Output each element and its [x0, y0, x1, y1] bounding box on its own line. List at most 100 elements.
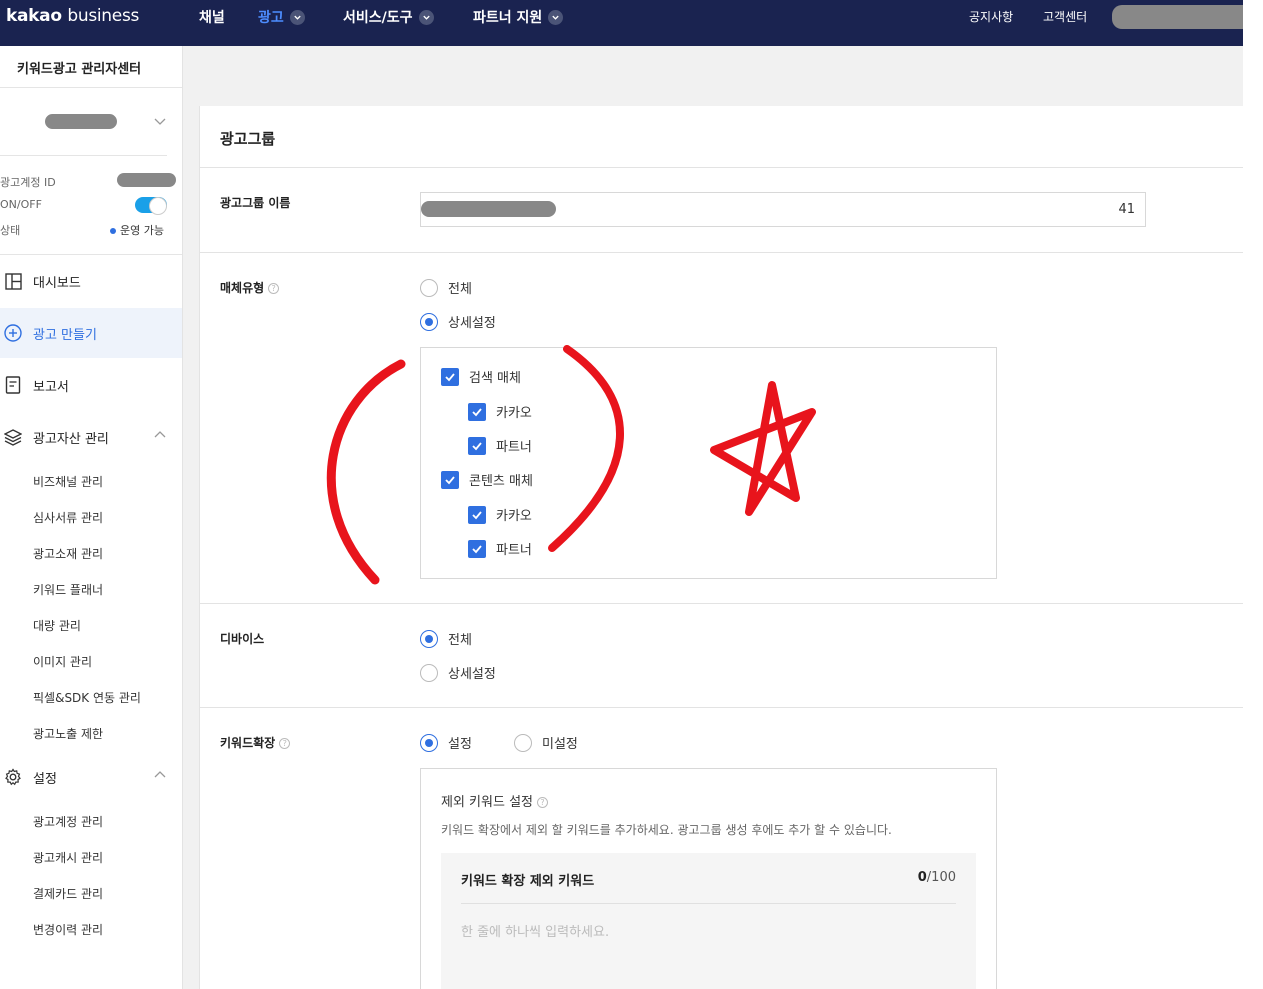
- sidebar-subitem-pixel-sdk[interactable]: 픽셀&SDK 연동 관리: [33, 689, 141, 706]
- checkbox-search-media[interactable]: 검색 매체: [441, 367, 521, 386]
- sidebar-subitem-bizchannel[interactable]: 비즈채널 관리: [33, 473, 103, 490]
- report-icon: [0, 376, 26, 394]
- checkbox[interactable]: [441, 470, 459, 489]
- adgroup-name-input[interactable]: 41: [420, 192, 1146, 227]
- checkbox-content-partner[interactable]: 파트너: [468, 539, 532, 558]
- status-value: 운영 가능: [120, 224, 164, 237]
- radio-label: 전체: [448, 633, 472, 648]
- device-radio-all[interactable]: 전체: [420, 629, 472, 648]
- sidebar-item-label: 보고서: [33, 379, 69, 395]
- nav-channel[interactable]: 채널: [199, 7, 225, 27]
- sidebar-subitem-images[interactable]: 이미지 관리: [33, 653, 92, 670]
- checkbox[interactable]: [468, 505, 486, 524]
- exclude-count-value: 0: [917, 870, 927, 885]
- sidebar-item-label: 대시보드: [33, 275, 81, 291]
- sidebar-subitem-keyword-planner[interactable]: 키워드 플래너: [33, 581, 103, 598]
- adgroup-name-label: 광고그룹 이름: [220, 196, 291, 210]
- right-margin: [1243, 0, 1263, 989]
- nav-services-tools[interactable]: 서비스/도구: [343, 7, 434, 27]
- checkbox-label: 콘텐츠 매체: [469, 474, 533, 489]
- nav-partner-support[interactable]: 파트너 지원: [473, 7, 564, 27]
- sidebar-subitem-cash-mgmt[interactable]: 광고캐시 관리: [33, 849, 103, 866]
- redacted-adgroup-name: [421, 201, 556, 217]
- radio-button[interactable]: [420, 312, 438, 331]
- chevron-down-icon: [548, 9, 564, 25]
- radio-button[interactable]: [420, 733, 438, 752]
- sidebar-subitem-review-docs[interactable]: 심사서류 관리: [33, 509, 103, 526]
- kwext-radio-on[interactable]: 설정: [420, 733, 472, 752]
- nav-ads[interactable]: 광고: [258, 7, 305, 27]
- checkbox[interactable]: [441, 367, 459, 386]
- help-icon[interactable]: ?: [268, 283, 280, 294]
- help-icon[interactable]: ?: [279, 738, 291, 749]
- sidebar-subitem-creatives[interactable]: 광고소재 관리: [33, 545, 103, 562]
- layers-icon: [0, 428, 26, 446]
- exclude-keyword-title-text: 제외 키워드 설정: [441, 795, 533, 810]
- checkbox[interactable]: [468, 402, 486, 421]
- redacted-account-id: [117, 173, 176, 187]
- media-radio-detail[interactable]: 상세설정: [420, 312, 496, 331]
- sidebar-item-create-ad[interactable]: 광고 만들기: [0, 308, 182, 358]
- checkbox-search-kakao[interactable]: 카카오: [468, 402, 532, 421]
- checkbox-label: 카카오: [496, 406, 532, 421]
- sidebar-item-settings[interactable]: 설정: [0, 752, 182, 802]
- nav-channel-label: 채널: [199, 10, 225, 26]
- sidebar-item-dashboard[interactable]: 대시보드: [0, 256, 182, 306]
- radio-label: 미설정: [542, 737, 578, 752]
- device-radio-detail[interactable]: 상세설정: [420, 663, 496, 682]
- notice-link[interactable]: 공지사항: [969, 8, 1013, 25]
- sidebar: 키워드광고 관리자센터 광고계정 ID ON/OFF 상태 운영 가능 대시보드…: [0, 46, 183, 989]
- checkbox[interactable]: [468, 539, 486, 558]
- checkbox[interactable]: [468, 436, 486, 455]
- sidebar-subitem-account-mgmt[interactable]: 광고계정 관리: [33, 813, 103, 830]
- checkbox-label: 파트너: [496, 440, 532, 455]
- exclude-count-max: /100: [926, 870, 956, 885]
- radio-label: 상세설정: [448, 667, 496, 682]
- radio-button[interactable]: [420, 278, 438, 297]
- sidebar-item-label: 광고자산 관리: [33, 431, 109, 447]
- sidebar-subitem-bulk[interactable]: 대량 관리: [33, 617, 81, 634]
- radio-button[interactable]: [420, 629, 438, 648]
- sidebar-item-asset-management[interactable]: 광고자산 관리: [0, 412, 182, 462]
- dashboard-icon: [0, 272, 26, 290]
- radio-button[interactable]: [514, 733, 532, 752]
- exclude-keyword-count: 0/100: [918, 870, 956, 885]
- help-icon[interactable]: ?: [537, 797, 548, 808]
- account-onoff-toggle[interactable]: [135, 197, 167, 215]
- exclude-keyword-box-title: 키워드 확장 제외 키워드: [461, 874, 595, 889]
- divider: [0, 155, 167, 156]
- redacted-account-name: [1112, 5, 1262, 29]
- keyword-expansion-label: 키워드확장?: [220, 734, 291, 751]
- media-detail-box: 검색 매체 카카오 파트너 콘텐츠 매체 카카오 파트너: [420, 347, 997, 579]
- plus-circle-icon: [0, 324, 26, 342]
- sidebar-subitem-history[interactable]: 변경이력 관리: [33, 921, 103, 938]
- checkbox-content-kakao[interactable]: 카카오: [468, 505, 532, 524]
- kwext-radio-off[interactable]: 미설정: [514, 733, 578, 752]
- support-link[interactable]: 고객센터: [1043, 8, 1087, 25]
- radio-label: 상세설정: [448, 316, 496, 331]
- device-label: 디바이스: [220, 632, 265, 646]
- account-id-label: 광고계정 ID: [0, 176, 56, 189]
- checkbox-search-partner[interactable]: 파트너: [468, 436, 532, 455]
- chevron-up-icon: [154, 771, 166, 778]
- sidebar-subitem-exposure-limit[interactable]: 광고노출 제한: [33, 725, 103, 742]
- radio-label: 전체: [448, 282, 472, 297]
- kakao-business-logo[interactable]: kakao business: [6, 6, 139, 26]
- exclude-keyword-description: 키워드 확장에서 제외 할 키워드를 추가하세요. 광고그룹 생성 후에도 추가…: [441, 823, 892, 837]
- char-count: 41: [1118, 202, 1135, 217]
- redacted-account: [45, 114, 117, 129]
- exclude-keyword-textarea[interactable]: 키워드 확장 제외 키워드 0/100 한 줄에 하나씩 입력하세요.: [441, 853, 976, 989]
- sidebar-item-report[interactable]: 보고서: [0, 360, 182, 410]
- status-badge: 운영 가능: [110, 222, 164, 238]
- sidebar-subitem-card-mgmt[interactable]: 결제카드 관리: [33, 885, 103, 902]
- checkbox-label: 파트너: [496, 543, 532, 558]
- divider: [200, 603, 1244, 604]
- divider: [461, 903, 956, 904]
- main-content: 광고그룹 광고그룹 이름 41 매체유형? 전체 상세설정 검색 매체 카카오 …: [183, 46, 1244, 989]
- account-selector[interactable]: [0, 101, 182, 141]
- sidebar-title: 키워드광고 관리자센터: [17, 62, 142, 77]
- checkbox-content-media[interactable]: 콘텐츠 매체: [441, 470, 533, 489]
- gear-icon: [0, 768, 26, 786]
- media-radio-all[interactable]: 전체: [420, 278, 472, 297]
- radio-button[interactable]: [420, 663, 438, 682]
